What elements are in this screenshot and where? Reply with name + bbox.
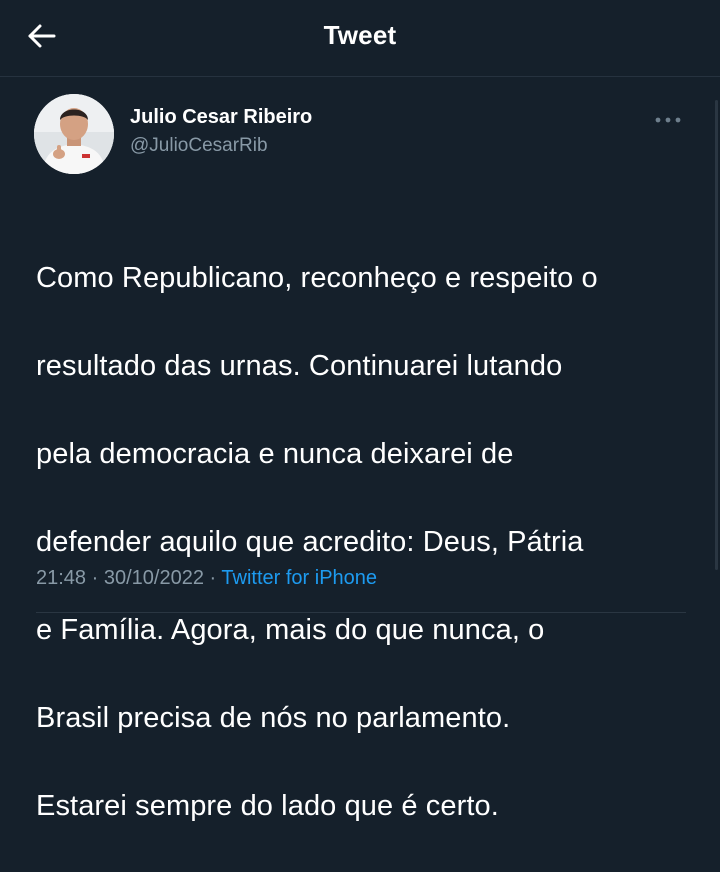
tweet-line: Como Republicano, reconheço e respeito o	[36, 262, 598, 294]
page-title: Tweet	[323, 20, 397, 50]
tweet-line: Brasil precisa de nós no parlamento.	[36, 702, 511, 734]
tweet-metadata: 21:48 · 30/10/2022 · Twitter for iPhone	[36, 567, 377, 590]
top-bar: Tweet	[0, 0, 720, 72]
bottom-divider	[36, 612, 686, 613]
tweet-source-link[interactable]: Twitter for iPhone	[221, 567, 377, 589]
author-name[interactable]: Julio Cesar Ribeiro	[130, 106, 312, 129]
tweet-line: pela democracia e nunca deixarei de	[36, 438, 514, 470]
tweet-text: Como Republicano, reconheço e respeito o…	[36, 212, 696, 872]
tweet-line: e Família. Agora, mais do que nunca, o	[36, 614, 545, 646]
header-divider	[0, 76, 720, 77]
tweet-time[interactable]: 21:48	[36, 567, 86, 589]
meta-separator: ·	[209, 567, 217, 589]
tweet-line: resultado das urnas. Continuarei lutando	[36, 350, 563, 382]
avatar[interactable]	[34, 94, 114, 174]
profile-photo-icon	[34, 94, 114, 174]
more-options-button[interactable]	[650, 108, 690, 132]
author-handle[interactable]: @JulioCesarRib	[130, 135, 268, 157]
meta-separator: ·	[91, 567, 99, 589]
scrollbar[interactable]	[715, 100, 718, 570]
tweet-date[interactable]: 30/10/2022	[104, 567, 204, 589]
tweet-line: defender aquilo que acredito: Deus, Pátr…	[36, 526, 584, 558]
tweet-line: Estarei sempre do lado que é certo.	[36, 790, 499, 822]
more-horizontal-icon	[655, 117, 681, 123]
